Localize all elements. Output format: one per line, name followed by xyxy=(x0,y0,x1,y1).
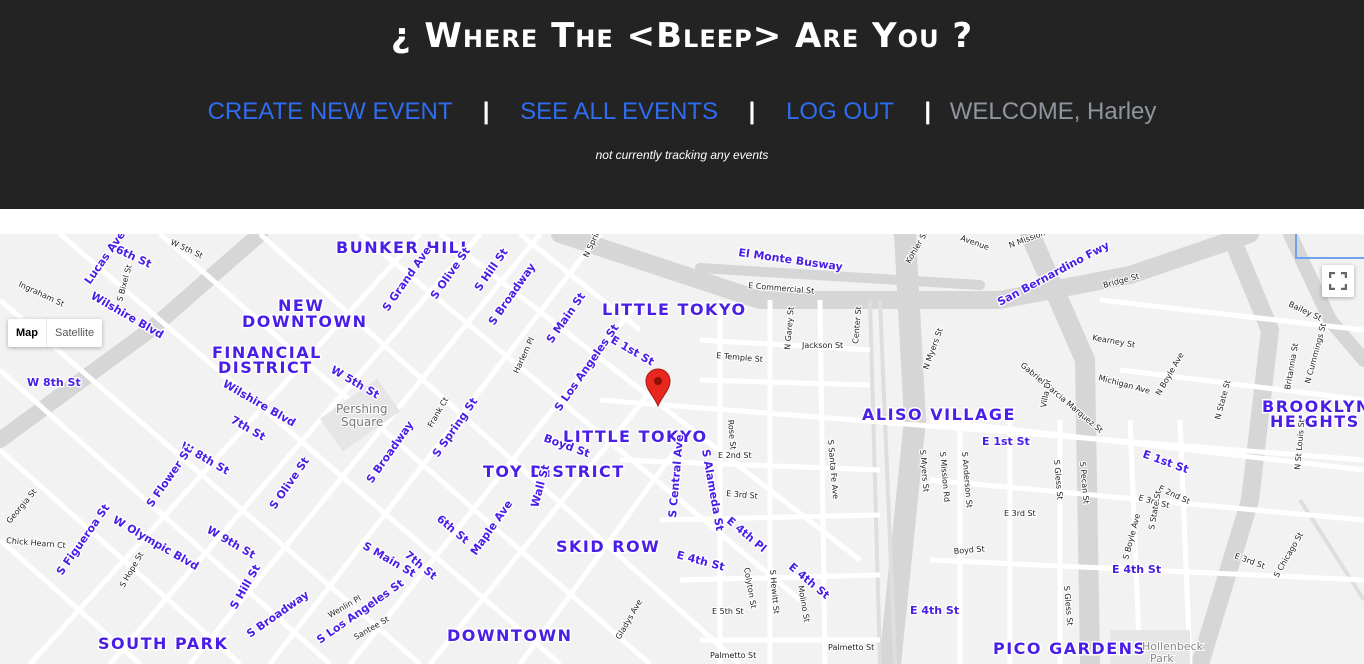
tracking-status: not currently tracking any events xyxy=(595,148,769,162)
app-header: ¿ Where The <Bleep> Are You ? CREATE NEW… xyxy=(0,0,1364,209)
neighborhood-label: DOWNTOWN xyxy=(447,626,572,645)
neighborhood-label: BUNKER HILL xyxy=(336,238,472,257)
map-canvas[interactable]: BUNKER HILL NEW DOWNTOWN LITTLE TOKYO FI… xyxy=(0,234,1364,664)
neighborhood-label: DISTRICT xyxy=(218,358,313,377)
street-label: E 3rd St xyxy=(1004,509,1036,518)
street-label: Palmetto St xyxy=(828,643,874,652)
park-label: Pershing xyxy=(336,402,388,416)
app-title: ¿ Where The <Bleep> Are You ? xyxy=(390,16,974,56)
nav-separator: | xyxy=(748,98,756,125)
map-type-satellite-button[interactable]: Satellite xyxy=(46,319,102,347)
neighborhood-label: PICO GARDENS xyxy=(993,639,1147,658)
neighborhood-label: LITTLE TOKYO xyxy=(602,300,747,319)
park-label: Square xyxy=(341,415,383,429)
map-type-map-button[interactable]: Map xyxy=(8,319,46,347)
fullscreen-button[interactable] xyxy=(1322,265,1354,297)
welcome-text: WELCOME, Harley xyxy=(949,98,1157,125)
street-label: E 4th St xyxy=(910,604,959,617)
street-label: E 1st St xyxy=(982,435,1030,448)
log-out-link[interactable]: LOG OUT xyxy=(786,98,894,125)
neighborhood-label: ALISO VILLAGE xyxy=(862,405,1016,424)
park-label: Park xyxy=(1150,652,1174,664)
main-nav: CREATE NEW EVENT | SEE ALL EVENTS | LOG … xyxy=(0,98,1364,126)
street-label: Palmetto St xyxy=(710,651,756,660)
create-event-link[interactable]: CREATE NEW EVENT xyxy=(208,98,452,125)
nav-separator: | xyxy=(482,98,490,125)
neighborhood-label: DOWNTOWN xyxy=(242,312,367,331)
street-label: W 8th St xyxy=(27,376,81,389)
map-tiles[interactable]: BUNKER HILL NEW DOWNTOWN LITTLE TOKYO FI… xyxy=(0,234,1364,664)
neighborhood-label: TOY DISTRICT xyxy=(483,462,625,481)
map-type-control: Map Satellite xyxy=(8,319,103,347)
neighborhood-label: SKID ROW xyxy=(556,537,660,556)
street-label: Jackson St xyxy=(801,341,843,350)
neighborhood-label: HEIGHTS xyxy=(1270,412,1360,431)
street-label: E 5th St xyxy=(712,607,744,616)
spacer xyxy=(0,209,1364,234)
see-all-events-link[interactable]: SEE ALL EVENTS xyxy=(520,98,718,125)
street-label: E 2nd St xyxy=(718,451,752,460)
fullscreen-icon xyxy=(1329,272,1347,290)
neighborhood-label: SOUTH PARK xyxy=(98,634,228,653)
nav-separator: | xyxy=(924,98,932,125)
street-label: E 4th St xyxy=(1112,563,1161,576)
